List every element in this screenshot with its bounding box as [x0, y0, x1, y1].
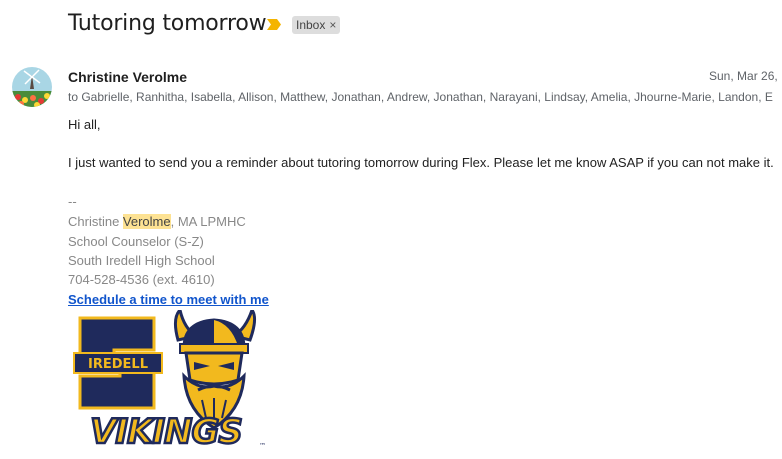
logo-trademark: ™ — [259, 442, 266, 450]
signature-name: Christine Verolme, MA LPMHC — [68, 214, 246, 229]
email-message: I just wanted to send you a reminder abo… — [68, 155, 774, 170]
signature-separator: -- — [68, 194, 77, 209]
logo-iredell-text: IREDELL — [88, 357, 148, 372]
signature-title: School Counselor (S-Z) — [68, 234, 204, 249]
sender-name[interactable]: Christine Verolme — [68, 69, 187, 85]
email-greeting: Hi all, — [68, 117, 101, 132]
label-text: Inbox — [296, 18, 326, 32]
signature-last-name-highlight: Verolme — [122, 214, 171, 229]
recipients-list[interactable]: to Gabrielle, Ranhitha, Isabella, Alliso… — [68, 90, 773, 104]
email-subject: Tutoring tomorrow — [68, 11, 267, 36]
sender-avatar[interactable] — [12, 67, 52, 107]
logo-vikings-text: VIKINGS — [90, 412, 242, 452]
iredell-vikings-logo: IREDELL VIKINGS ™ — [73, 310, 266, 453]
signature-credentials: , MA LPMHC — [170, 214, 246, 229]
signature-phone: 704-528-4536 (ext. 4610) — [68, 272, 215, 287]
signature-first-name: Christine — [68, 214, 123, 229]
remove-label-button[interactable]: × — [329, 16, 336, 34]
avatar-image — [12, 67, 52, 107]
signature-school: South Iredell High School — [68, 253, 215, 268]
importance-marker-icon[interactable] — [266, 18, 282, 31]
inbox-label-chip: Inbox × — [292, 16, 341, 34]
schedule-meeting-link[interactable]: Schedule a time to meet with me — [68, 292, 269, 307]
email-date: Sun, Mar 26, — [709, 69, 778, 83]
